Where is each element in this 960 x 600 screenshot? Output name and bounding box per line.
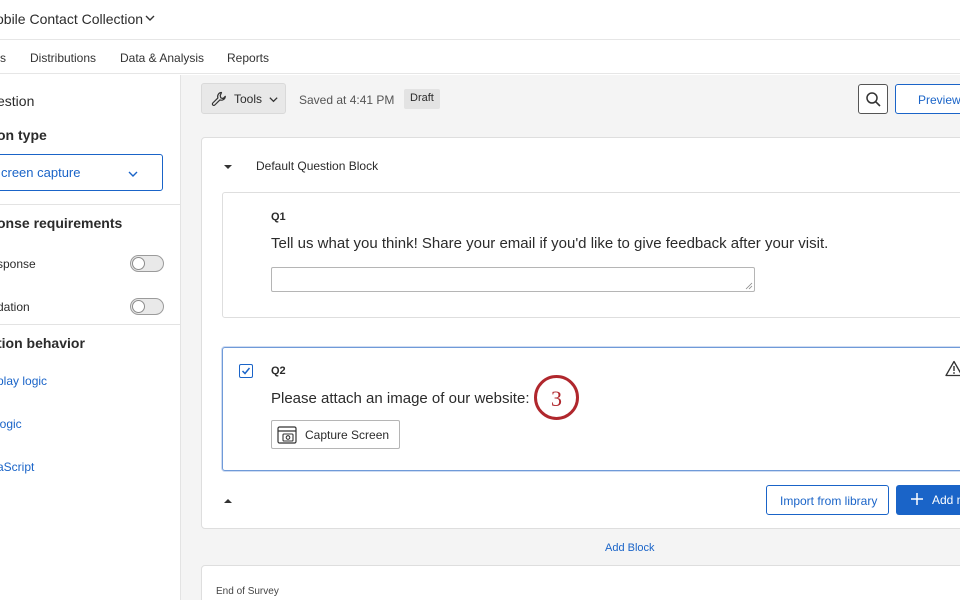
add-new-question-button[interactable]: Add n — [896, 485, 960, 515]
javascript-link[interactable]: aScript — [0, 460, 34, 474]
question-number: Q2 — [271, 365, 286, 377]
draft-badge: Draft — [404, 89, 440, 109]
response-requirements-heading: onse requirements — [0, 215, 123, 231]
capture-screen-label: Capture Screen — [305, 428, 390, 442]
skip-logic-link[interactable]: logic — [0, 417, 22, 431]
question-card-q1[interactable]: Q1 Tell us what you think! Share your em… — [222, 192, 960, 318]
question-card-q2[interactable]: Q2 Please attach an image of our website… — [222, 347, 960, 471]
nav-item-data-analysis[interactable]: Data & Analysis — [120, 51, 204, 65]
question-block: Default Question Block Q1 Tell us what y… — [201, 137, 960, 529]
question-type-heading: on type — [0, 127, 47, 143]
step-number-badge: 3 — [534, 375, 579, 420]
collapse-caret-icon[interactable] — [223, 163, 233, 171]
survey-title[interactable]: obile Contact Collection — [0, 11, 143, 27]
end-of-survey-block[interactable]: End of Survey — [201, 565, 960, 600]
resize-grip-icon[interactable] — [745, 282, 753, 290]
import-label: Import from library — [780, 494, 878, 508]
add-block-link[interactable]: Add Block — [605, 542, 655, 554]
question-text[interactable]: Please attach an image of our website: — [271, 390, 530, 407]
sidebar-title: estion — [0, 93, 35, 109]
screen-capture-icon — [277, 426, 297, 444]
step-number: 3 — [551, 386, 562, 411]
question-type-select[interactable]: creen capture — [0, 154, 163, 191]
search-button[interactable] — [858, 84, 888, 114]
question-text[interactable]: Tell us what you think! Share your email… — [271, 235, 828, 252]
chevron-down-icon — [269, 97, 278, 103]
tools-label: Tools — [234, 92, 263, 106]
editor-toolbar: Tools Saved at 4:41 PM Draft Preview — [181, 75, 960, 123]
divider — [0, 204, 180, 205]
preview-label: Preview — [918, 93, 960, 107]
question-behavior-heading: tion behavior — [0, 335, 85, 351]
warning-icon[interactable] — [945, 360, 960, 377]
display-logic-link[interactable]: play logic — [0, 374, 47, 388]
preview-button[interactable]: Preview — [895, 84, 960, 114]
nav-bar: s Distributions Data & Analysis Reports — [0, 40, 960, 74]
validation-toggle[interactable] — [130, 298, 164, 315]
edit-question-sidebar: estion on type creen capture onse requir… — [0, 75, 181, 600]
text-entry-input[interactable] — [271, 267, 755, 292]
capture-screen-button[interactable]: Capture Screen — [271, 420, 400, 449]
collapse-caret-up-icon[interactable] — [223, 497, 233, 505]
chevron-down-icon[interactable] — [144, 12, 156, 24]
tools-button[interactable]: Tools — [201, 83, 286, 114]
nav-item-reports[interactable]: Reports — [227, 51, 269, 65]
top-bar: obile Contact Collection — [0, 0, 960, 40]
divider — [0, 324, 180, 325]
chevron-down-icon — [128, 171, 138, 177]
block-title[interactable]: Default Question Block — [256, 159, 378, 173]
wrench-icon — [211, 91, 226, 106]
force-response-toggle[interactable] — [130, 255, 164, 272]
toggle-knob — [132, 257, 145, 270]
toggle-knob — [132, 300, 145, 313]
import-from-library-button[interactable]: Import from library — [766, 485, 889, 515]
end-of-survey-label: End of Survey — [216, 586, 279, 597]
validation-label: dation — [0, 300, 30, 314]
plus-icon — [911, 493, 923, 505]
checkmark-icon — [241, 367, 251, 375]
nav-item-survey[interactable]: s — [0, 51, 6, 65]
nav-item-distributions[interactable]: Distributions — [30, 51, 96, 65]
question-number: Q1 — [271, 211, 286, 223]
search-icon — [866, 92, 881, 107]
question-type-value: creen capture — [1, 165, 81, 180]
survey-editor: Tools Saved at 4:41 PM Draft Preview Def… — [181, 75, 960, 600]
force-response-label: sponse — [0, 257, 36, 271]
question-select-checkbox[interactable] — [239, 364, 253, 378]
add-new-label: Add n — [932, 493, 960, 507]
saved-status: Saved at 4:41 PM — [299, 93, 395, 107]
